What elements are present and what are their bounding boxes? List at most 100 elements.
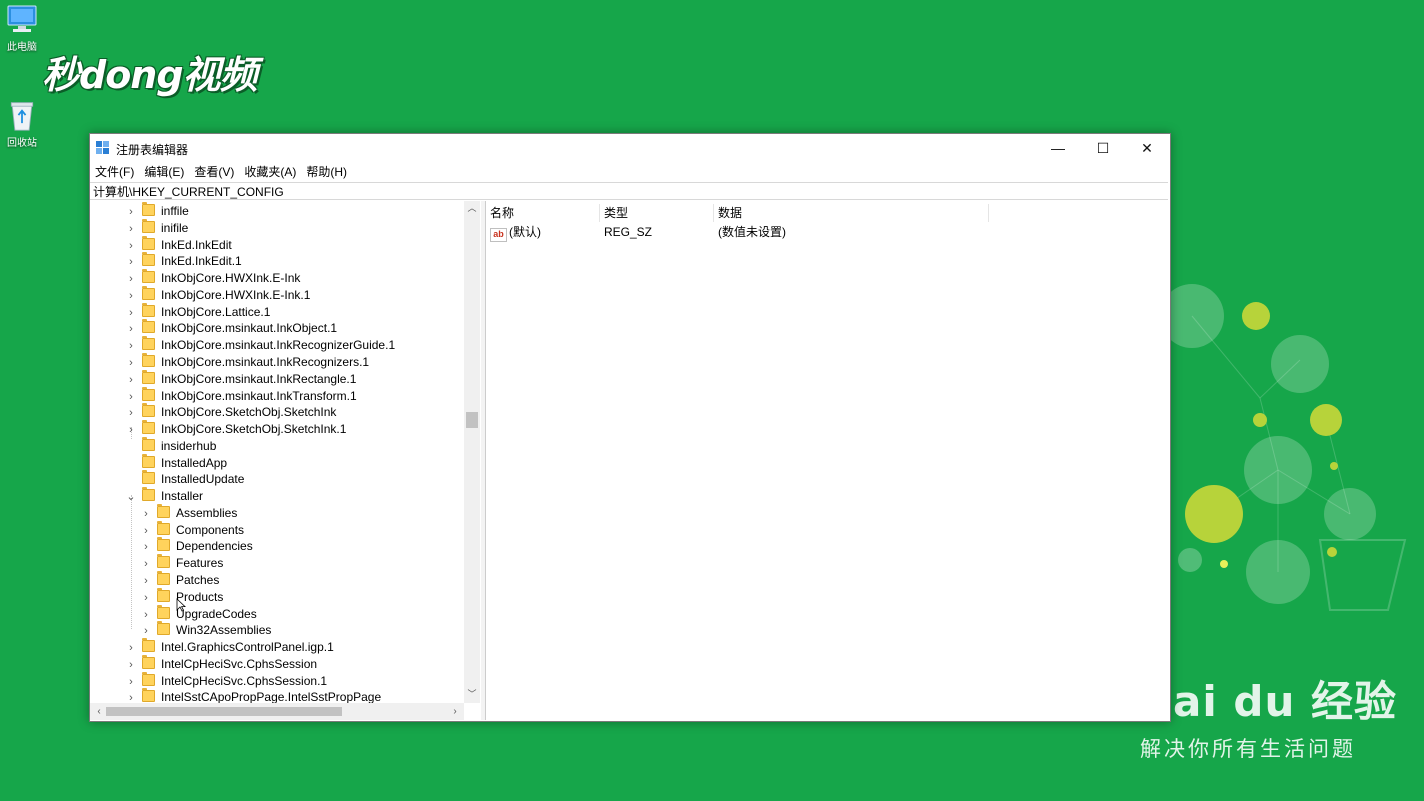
tree-node-label: InkObjCore.HWXInk.E-Ink [161, 271, 301, 286]
chevron-right-icon[interactable]: › [139, 539, 153, 555]
chevron-right-icon[interactable]: › [139, 590, 153, 606]
tree-node[interactable]: › InkEd.InkEdit.1 [124, 252, 242, 270]
chevron-right-icon[interactable]: › [124, 422, 138, 438]
column-header-data[interactable]: 数据 [714, 204, 989, 222]
tree-node-label: InkEd.InkEdit [161, 237, 232, 252]
tree-node[interactable]: › Features [139, 554, 223, 572]
scroll-up-arrow-icon[interactable]: ︿ [464, 201, 480, 215]
chevron-right-icon[interactable]: › [139, 506, 153, 522]
tree-node[interactable]: › UpgradeCodes [139, 604, 257, 623]
tree-node-label: Win32Assemblies [176, 623, 272, 638]
menu-view[interactable]: 查看(V) [194, 162, 234, 182]
chevron-right-icon[interactable]: › [139, 523, 153, 539]
tree-node[interactable]: › Win32Assemblies [139, 621, 272, 639]
scroll-left-arrow-icon[interactable]: ‹ [92, 703, 106, 720]
chevron-right-icon[interactable]: › [124, 221, 138, 237]
chevron-right-icon[interactable]: › [124, 338, 138, 354]
chevron-right-icon[interactable]: › [139, 556, 153, 572]
tree-vertical-scrollbar[interactable]: ︿ ﹀ [464, 201, 480, 703]
menu-file[interactable]: 文件(F) [95, 162, 134, 182]
tree-node[interactable]: › InkObjCore.HWXInk.E-Ink [124, 269, 301, 287]
chevron-right-icon[interactable]: › [139, 573, 153, 589]
registry-tree[interactable]: › inffile › inifile › InkEd.InkEdit › InkEd.Ink… [90, 201, 482, 720]
title-bar[interactable]: 注册表编辑器 — ☐ ✕ [90, 134, 1170, 162]
tree-node-label: Installer [161, 489, 204, 504]
mouse-cursor-icon [176, 598, 186, 612]
tree-node[interactable]: › InkObjCore.msinkaut.InkRectangle.1 [124, 369, 356, 388]
close-button[interactable]: ✕ [1124, 134, 1170, 162]
tree-node-label: Patches [176, 572, 220, 587]
scroll-right-arrow-icon[interactable]: › [448, 703, 462, 720]
tree-node[interactable]: InstalledUpdate [124, 470, 245, 487]
tree-node[interactable]: insiderhub [124, 436, 216, 454]
values-pane[interactable]: 名称 类型 数据 ab (默认) REG_SZ (数值未设置) [486, 201, 1169, 720]
tree-node[interactable]: › InkEd.InkEdit [124, 235, 232, 254]
desktop-icon-recycle-bin[interactable]: 回收站 [2, 100, 42, 149]
scroll-down-arrow-icon[interactable]: ﹀ [464, 687, 480, 701]
menu-edit[interactable]: 编辑(E) [144, 162, 184, 182]
chevron-right-icon[interactable]: › [124, 288, 138, 304]
desktop-icon-this-pc[interactable]: 此电脑 [2, 4, 42, 53]
tree-node[interactable]: › Patches [139, 570, 220, 589]
menu-favorites[interactable]: 收藏夹(A) [244, 162, 296, 182]
folder-icon [142, 252, 155, 267]
chevron-right-icon[interactable]: › [124, 254, 138, 270]
tree-node[interactable]: › InkObjCore.SketchObj.SketchInk [124, 403, 336, 421]
folder-icon [142, 688, 155, 703]
tree-node[interactable]: › InkObjCore.msinkaut.InkObject.1 [124, 319, 338, 337]
tree-node[interactable]: › IntelCpHeciSvc.CphsSession [124, 654, 317, 673]
chevron-right-icon[interactable]: › [124, 640, 138, 656]
tree-node[interactable]: › InkObjCore.msinkaut.InkRecognizerGuide.… [124, 336, 395, 354]
chevron-right-icon[interactable]: › [124, 305, 138, 321]
tree-node-label: UpgradeCodes [176, 606, 257, 621]
scroll-thumb[interactable] [466, 412, 478, 428]
chevron-right-icon[interactable]: › [124, 238, 138, 254]
tree-node[interactable]: › InkObjCore.SketchObj.SketchInk.1 [124, 420, 346, 438]
tree-node[interactable]: ⌄ Installer [124, 487, 204, 505]
chevron-right-icon[interactable]: › [124, 372, 138, 388]
baidu-brand: Bai du 经验 [1140, 677, 1397, 726]
folder-icon [142, 302, 155, 317]
chevron-right-icon[interactable]: › [124, 321, 138, 337]
minimize-button[interactable]: — [1035, 134, 1081, 162]
chevron-right-icon[interactable]: › [124, 389, 138, 405]
chevron-right-icon[interactable]: › [124, 657, 138, 673]
tree-node-label: InstalledUpdate [161, 472, 245, 487]
folder-icon [142, 319, 155, 334]
menu-help[interactable]: 帮助(H) [306, 162, 347, 182]
tree-node[interactable]: › InkObjCore.Lattice.1 [124, 302, 270, 321]
tree-node[interactable]: › inffile [124, 202, 189, 220]
chevron-right-icon[interactable]: › [124, 674, 138, 690]
tree-node[interactable]: › InkObjCore.msinkaut.InkRecognizers.1 [124, 352, 369, 371]
column-header-type[interactable]: 类型 [600, 204, 714, 222]
chevron-right-icon[interactable]: › [139, 623, 153, 639]
maximize-button[interactable]: ☐ [1080, 134, 1126, 162]
tree-node[interactable]: InstalledApp [124, 453, 227, 471]
folder-icon [142, 654, 155, 669]
scroll-thumb[interactable] [106, 707, 342, 716]
tree-node[interactable]: › IntelCpHeciSvc.CphsSession.1 [124, 671, 327, 690]
tree-node[interactable]: › Intel.GraphicsControlPanel.igp.1 [124, 638, 334, 656]
chevron-right-icon[interactable]: › [139, 607, 153, 623]
registry-editor-window[interactable]: 注册表编辑器 — ☐ ✕ 文件(F) 编辑(E) 查看(V) 收藏夹(A) 帮助(H) … [89, 133, 1171, 722]
tree-node[interactable]: › Components [139, 520, 244, 539]
tree-node-label: InkObjCore.HWXInk.E-Ink.1 [161, 287, 311, 302]
tree-node-label: Intel.GraphicsControlPanel.igp.1 [161, 640, 334, 654]
value-row[interactable]: ab (默认) REG_SZ (数值未设置) [486, 223, 1169, 242]
desktop-icon-label: 此电脑 [7, 42, 37, 53]
tree-node-label: InkObjCore.msinkaut.InkObject.1 [161, 321, 338, 336]
chevron-right-icon[interactable]: › [124, 355, 138, 371]
tree-node[interactable]: › inifile [124, 218, 188, 237]
tree-node[interactable]: › InkObjCore.msinkaut.InkTransform.1 [124, 386, 357, 405]
chevron-right-icon[interactable]: › [124, 204, 138, 220]
chevron-right-icon[interactable]: › [124, 271, 138, 287]
tree-node[interactable]: › InkObjCore.HWXInk.E-Ink.1 [124, 285, 311, 304]
tree-horizontal-scrollbar[interactable]: ‹ › [90, 703, 464, 720]
tree-node[interactable]: › Dependencies [139, 537, 253, 555]
chevron-down-icon[interactable]: ⌄ [124, 489, 138, 505]
column-header-name[interactable]: 名称 [486, 204, 600, 222]
address-bar[interactable]: 计算机\HKEY_CURRENT_CONFIG [90, 182, 1168, 200]
tree-node[interactable]: › Assemblies [139, 503, 237, 522]
folder-icon [157, 570, 170, 585]
chevron-right-icon[interactable]: › [124, 405, 138, 421]
